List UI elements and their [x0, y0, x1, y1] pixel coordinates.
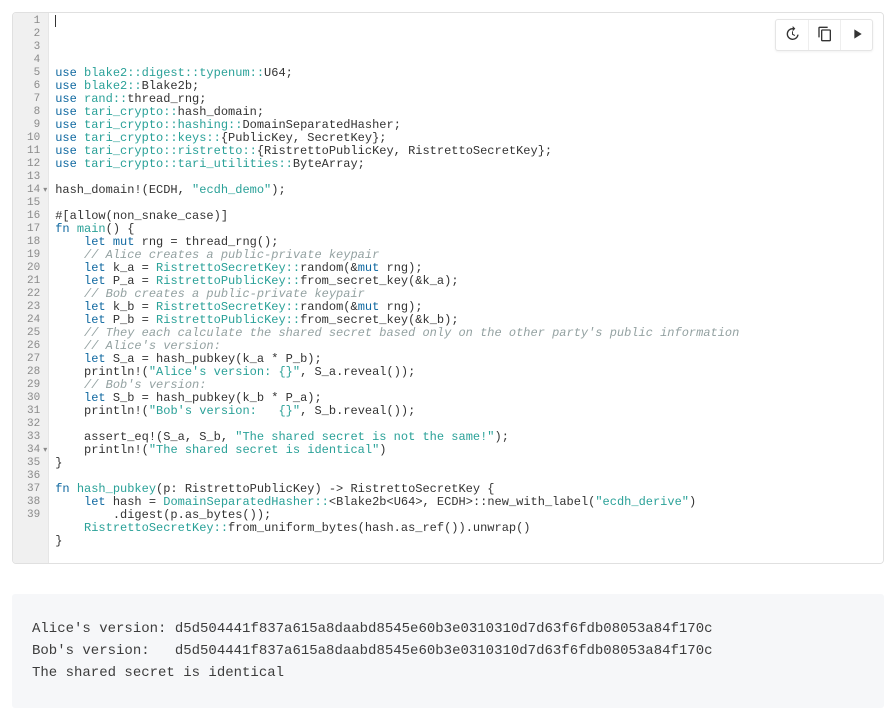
code-area[interactable]: use blake2::digest::typenum::U64;use bla… — [48, 13, 883, 563]
line-number: 21 — [27, 275, 40, 288]
text-cursor — [55, 15, 56, 27]
editor-body: 1234567891011121314▾15161718192021222324… — [13, 13, 883, 563]
code-line — [55, 548, 877, 561]
line-number: 25 — [27, 327, 40, 340]
line-number: 23 — [27, 301, 40, 314]
line-number: 31 — [27, 405, 40, 418]
line-number: 35 — [27, 457, 40, 470]
code-line: #[allow(non_snake_case)] — [55, 210, 877, 223]
line-number: 10 — [27, 132, 40, 145]
line-number: 37 — [27, 483, 40, 496]
code-line: use tari_crypto::tari_utilities::ByteArr… — [55, 158, 877, 171]
line-number: 15 — [27, 197, 40, 210]
fold-icon[interactable]: ▾ — [43, 184, 47, 197]
fold-icon[interactable]: ▾ — [43, 444, 47, 457]
line-number: 11 — [27, 145, 40, 158]
line-number: 14▾ — [27, 184, 40, 197]
line-number: 12 — [27, 158, 40, 171]
line-gutter: 1234567891011121314▾15161718192021222324… — [13, 13, 48, 563]
code-line: RistrettoSecretKey::from_uniform_bytes(h… — [55, 522, 877, 535]
line-number: 13 — [27, 171, 40, 184]
line-number: 32 — [27, 418, 40, 431]
line-number: 34▾ — [27, 444, 40, 457]
line-number: 30 — [27, 392, 40, 405]
line-number: 22 — [27, 288, 40, 301]
code-line: println!("The shared secret is identical… — [55, 444, 877, 457]
line-number: 27 — [27, 353, 40, 366]
line-number: 33 — [27, 431, 40, 444]
line-number: 26 — [27, 340, 40, 353]
line-number: 20 — [27, 262, 40, 275]
line-number: 19 — [27, 249, 40, 262]
line-number: 24 — [27, 314, 40, 327]
line-number: 36 — [27, 470, 40, 483]
line-number: 5 — [27, 67, 40, 80]
line-number: 9 — [27, 119, 40, 132]
output-panel: Alice's version: d5d504441f837a615a8daab… — [12, 594, 884, 708]
code-line: println!("Bob's version: {}", S_b.reveal… — [55, 405, 877, 418]
line-number: 16 — [27, 210, 40, 223]
line-number: 6 — [27, 80, 40, 93]
line-number: 3 — [27, 41, 40, 54]
code-line: } — [55, 535, 877, 548]
line-number: 38 — [27, 496, 40, 509]
line-number: 28 — [27, 366, 40, 379]
line-number: 29 — [27, 379, 40, 392]
line-number: 39 — [27, 509, 40, 522]
line-number: 18 — [27, 236, 40, 249]
line-number: 7 — [27, 93, 40, 106]
line-number: 2 — [27, 28, 40, 41]
code-line: } — [55, 457, 877, 470]
line-number: 17 — [27, 223, 40, 236]
line-number: 8 — [27, 106, 40, 119]
code-editor: 1234567891011121314▾15161718192021222324… — [12, 12, 884, 564]
code-line: hash_domain!(ECDH, "ecdh_demo"); — [55, 184, 877, 197]
line-number: 1 — [27, 15, 40, 28]
line-number: 4 — [27, 54, 40, 67]
